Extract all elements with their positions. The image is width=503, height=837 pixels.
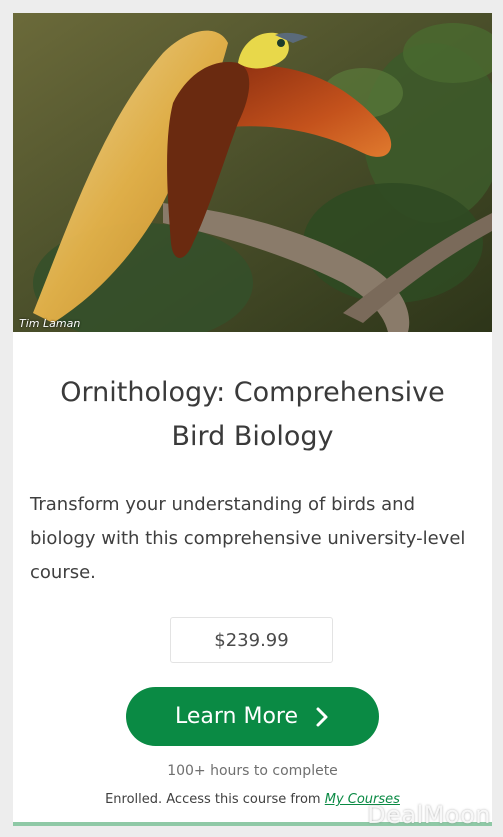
course-card: Tim Laman Ornithology: Comprehensive Bir…: [13, 13, 492, 824]
enrolled-text: Enrolled. Access this course from: [105, 792, 325, 807]
price-badge: $239.99: [170, 617, 333, 663]
bird-of-paradise-photo: [13, 13, 492, 332]
course-hero-image[interactable]: Tim Laman: [13, 13, 492, 332]
watermark-logo: DealMoon: [367, 801, 491, 829]
course-duration: 100+ hours to complete: [167, 763, 338, 779]
chevron-right-icon: [316, 707, 328, 726]
learn-more-button[interactable]: Learn More: [126, 687, 379, 746]
course-title: Ornithology: Comprehensive Bird Biology: [60, 377, 445, 452]
photo-credit: Tim Laman: [19, 317, 81, 330]
learn-more-label: Learn More: [174, 704, 299, 729]
course-description: Transform your understanding of birds an…: [30, 494, 466, 583]
